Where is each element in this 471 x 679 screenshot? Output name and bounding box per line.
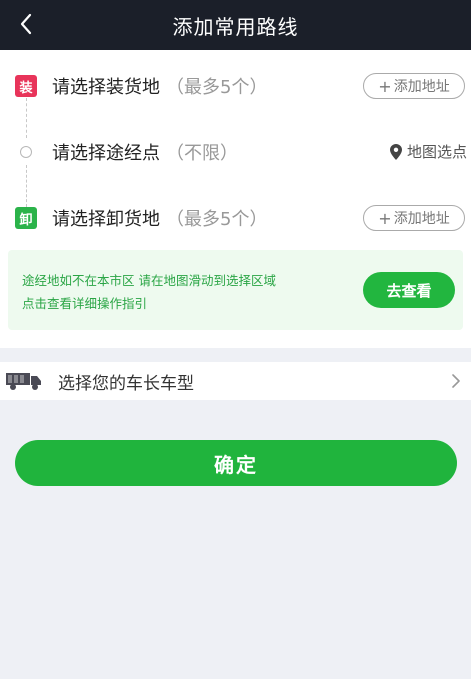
- add-unload-address-button[interactable]: + 添加地址: [363, 205, 465, 231]
- via-point-hint: （不限）: [166, 143, 238, 164]
- unload-location-row[interactable]: 卸 请选择卸货地 （最多5个） + 添加地址: [0, 198, 471, 238]
- unload-badge: 卸: [15, 207, 37, 229]
- add-load-address-button[interactable]: + 添加地址: [363, 73, 465, 99]
- load-location-field[interactable]: 请选择装货地 （最多5个）: [52, 73, 267, 99]
- notice-text-line1: 途经地如不在本市区 请在地图滑动到选择区域: [22, 273, 276, 288]
- load-location-hint: （最多5个）: [166, 77, 268, 98]
- via-point-field[interactable]: 请选择途经点 （不限）: [52, 139, 238, 165]
- add-unload-address-label: 添加地址: [393, 211, 450, 227]
- map-pick-button[interactable]: 地图选点: [389, 141, 467, 162]
- unload-location-hint: （最多5个）: [166, 209, 268, 230]
- page-title: 添加常用路线: [172, 14, 299, 39]
- unload-location-label: 请选择卸货地: [52, 209, 160, 230]
- top-bar: 添加常用路线: [0, 0, 471, 50]
- plus-icon: +: [378, 76, 392, 96]
- notice-text-line2: 点击查看详细操作指引: [22, 296, 148, 311]
- via-notice-banner: 途经地如不在本市区 请在地图滑动到选择区域 点击查看详细操作指引 去查看: [8, 250, 463, 330]
- load-location-row[interactable]: 装 请选择装货地 （最多5个） + 添加地址: [0, 66, 471, 106]
- vehicle-type-row[interactable]: 选择您的车长车型: [0, 362, 471, 400]
- add-load-address-label: 添加地址: [393, 79, 450, 95]
- location-pin-icon: [389, 143, 402, 160]
- route-card: 装 请选择装货地 （最多5个） + 添加地址 请选择途经点 （不限） 地图选点 卸 请…: [0, 50, 471, 348]
- chevron-left-icon: [20, 13, 32, 35]
- circle-dot-icon: [20, 146, 32, 158]
- chevron-right-icon: [452, 374, 460, 388]
- via-point-label: 请选择途经点: [52, 143, 160, 164]
- truck-icon: [6, 373, 41, 390]
- confirm-button[interactable]: 确定: [15, 440, 457, 486]
- unload-location-field[interactable]: 请选择卸货地 （最多5个）: [52, 205, 267, 231]
- map-pick-label: 地图选点: [406, 143, 467, 161]
- load-location-label: 请选择装货地: [52, 77, 160, 98]
- via-point-row[interactable]: 请选择途经点 （不限） 地图选点: [0, 132, 471, 172]
- back-button[interactable]: [8, 6, 44, 42]
- view-guide-button[interactable]: 去查看: [363, 272, 455, 308]
- plus-icon: +: [378, 208, 392, 228]
- load-badge: 装: [15, 75, 37, 97]
- vehicle-type-label: 选择您的车长车型: [58, 373, 194, 394]
